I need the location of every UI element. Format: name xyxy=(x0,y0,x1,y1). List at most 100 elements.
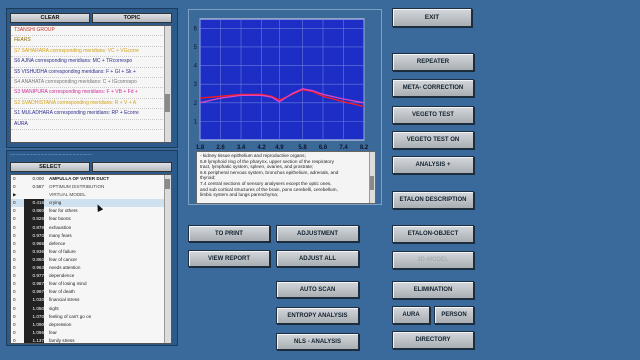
table-cell-c0: 0 xyxy=(13,200,16,206)
topic-list[interactable]: T3ANSHI GROUP FEARS S7 SAHARARA correspond… xyxy=(10,25,172,143)
table-cell-c2: fear boons xyxy=(49,216,71,222)
table-row[interactable]: 0 1.096 fear xyxy=(11,328,171,337)
elimination-button[interactable]: ELIMINATION xyxy=(392,281,474,299)
table-cell-c2: exhaustion xyxy=(49,224,72,230)
table-cell-c0: 0 xyxy=(13,265,16,271)
etalon-description-button[interactable]: ETALON DESCRIPTION xyxy=(392,191,474,209)
exit-button[interactable]: EXIT xyxy=(392,8,472,27)
vegeto-test-on-button[interactable]: VEGETO TEST ON xyxy=(392,131,474,149)
table-cell-c2: depression xyxy=(49,321,72,327)
table-row[interactable]: 0 1.090 depression xyxy=(11,320,171,329)
table-row[interactable]: 0 0.963 needs attention xyxy=(11,264,171,273)
table-cell-c0: 0 xyxy=(13,297,16,303)
table-cell-c2: OPTIMUM DISTRIBUTION xyxy=(49,184,105,190)
topic-list-item[interactable]: S1 MULADHARA corresponding meridians: RP… xyxy=(11,109,171,120)
directory-button[interactable]: DIRECTORY xyxy=(392,331,474,349)
topic-list-scrollbar[interactable] xyxy=(164,26,171,142)
topic-button[interactable]: TOPIC xyxy=(92,13,172,23)
table-cell-c0: 0 xyxy=(13,273,16,279)
topic-list-item[interactable]: AURA xyxy=(11,120,171,130)
table-row[interactable]: 0 0.416 crying xyxy=(11,199,171,208)
topic-list-item[interactable]: T3ANSHI GROUP xyxy=(11,26,171,37)
scroll-thumb[interactable] xyxy=(370,176,374,190)
mid-secondary-button[interactable] xyxy=(92,162,172,172)
table-row[interactable]: 0 0.997 fear of death xyxy=(11,288,171,297)
table-scrollbar[interactable] xyxy=(164,175,171,343)
table-cell-c1: 0.826 xyxy=(24,215,44,224)
table-cell-c0: 0 xyxy=(13,224,16,230)
table-row[interactable]: 0 0.970 many fears xyxy=(11,231,171,240)
y-tick-label: 2 xyxy=(194,101,198,107)
table-cell-c0: ▶ xyxy=(13,192,17,198)
table-cell-c1: 1.050 xyxy=(24,304,44,313)
table-cell-c2: fear of losing mind xyxy=(49,281,87,287)
table-cell-c1: 0.416 xyxy=(24,199,44,208)
table-row[interactable]: 0 0.878 exhaustion xyxy=(11,223,171,232)
to-print-button[interactable]: TO PRINT xyxy=(188,225,270,242)
description-lines: - kidney tissue epithelium and reproduct… xyxy=(200,153,365,198)
table-cell-c1: 1.030 xyxy=(24,296,44,305)
mid-header-text: ........................................… xyxy=(10,151,92,157)
aura-button[interactable]: AURA xyxy=(392,306,430,324)
model-button-disabled[interactable]: 3D-MODEL xyxy=(392,251,474,269)
y-tick-label: 4 xyxy=(194,64,198,70)
table-cell-c1: 0.987 xyxy=(24,280,44,289)
view-report-button[interactable]: VIEW REPORT xyxy=(188,250,270,267)
y-tick-label: 3 xyxy=(194,82,198,88)
description-scrollbar[interactable] xyxy=(369,152,375,203)
topic-list-item[interactable]: S7 SAHARARA corresponding meridians: VC … xyxy=(11,47,171,58)
repeater-button[interactable]: REPEATER xyxy=(392,53,474,71)
table-cell-c0: 0 xyxy=(13,281,16,287)
person-button[interactable]: PERSON xyxy=(434,306,474,324)
select-button[interactable]: SELECT xyxy=(10,162,90,172)
topic-list-item[interactable]: S2 SVADHISTANA corresponding meridians: … xyxy=(11,99,171,110)
table-row[interactable]: 0 0.987 fear of losing mind xyxy=(11,280,171,289)
topic-list-item[interactable]: S6 AJNA corresponding meridians: MC + TR… xyxy=(11,57,171,68)
vegeto-test-button[interactable]: VEGETO TEST xyxy=(392,106,474,124)
table-cell-c0: 0 xyxy=(13,208,16,214)
table-cell-c0: 0 xyxy=(13,248,16,254)
table-row[interactable]: 0 0.860 fear of cancer xyxy=(11,255,171,265)
topic-list-item[interactable]: FEARS xyxy=(11,36,171,47)
plot-area xyxy=(199,18,365,141)
adjust-all-button[interactable]: ADJUST ALL xyxy=(276,250,359,267)
table-row[interactable]: 0 0.936 fear of failure xyxy=(11,247,171,256)
table-row[interactable]: 0 0.000 AMPULLA OF VATER DUCT xyxy=(11,175,171,183)
table-cell-c1: 1.096 xyxy=(24,328,44,337)
description-line: limbic system and lungs parenchyma; xyxy=(200,192,279,198)
analysis-plus-button[interactable]: ANALYSIS + xyxy=(392,156,474,174)
table-cell-c2: crying xyxy=(49,200,62,206)
table-cell-c2: fear for others xyxy=(49,208,78,214)
topic-list-item[interactable]: S4 ANAHATA corresponding meridians: C + … xyxy=(11,78,171,89)
table-row[interactable]: 0 0.587 OPTIMUM DISTRIBUTION xyxy=(11,183,171,191)
table-row[interactable]: 0 1.030 financial stress xyxy=(11,296,171,305)
table-cell-c0: 0 xyxy=(13,329,16,335)
topic-list-item[interactable]: S3 MANIPURA corresponding meridians: F +… xyxy=(11,88,171,99)
adjustment-button[interactable]: ADJUSTMENT xyxy=(276,225,359,242)
table-cell-c2: needs attention xyxy=(49,265,81,271)
table-cell-c2: fear xyxy=(49,329,57,335)
table-row[interactable]: 0 0.826 fear boons xyxy=(11,215,171,224)
y-tick-label: 6 xyxy=(194,26,198,32)
analysis-table[interactable]: 0 0.000 AMPULLA OF VATER DUCT 0 0.587 OPTIMUM… xyxy=(10,174,172,344)
table-row[interactable]: 0 0.965 defence xyxy=(11,239,171,248)
scroll-thumb[interactable] xyxy=(165,94,170,112)
table-row[interactable]: 0 0.860 fear for others xyxy=(11,207,171,216)
table-cell-c2: fear of death xyxy=(49,289,75,295)
etalon-object-button[interactable]: ETALON-OBJECT xyxy=(392,225,474,243)
table-cell-c1: 1.137 xyxy=(24,336,44,343)
table-row[interactable]: 0 1.137 family stress xyxy=(11,336,171,343)
table-row[interactable]: 0 1.050 sight xyxy=(11,304,171,313)
meta-correction-button[interactable]: META- CORRECTION xyxy=(392,79,474,97)
table-cell-c2: financial stress xyxy=(49,297,80,303)
topic-list-item[interactable]: S5 VISHUDHA corresponding meridians: F +… xyxy=(11,68,171,78)
entropy-analysis-button[interactable]: ENTROPY ANALYSIS xyxy=(276,307,359,324)
auto-scan-button[interactable]: AUTO SCAN xyxy=(276,281,359,298)
table-row[interactable]: 0 1.070 feeling of can't go on xyxy=(11,312,171,321)
table-row[interactable]: ▶ VIRTUAL MODEL xyxy=(11,191,171,199)
clear-button[interactable]: CLEAR xyxy=(10,13,90,23)
scroll-thumb[interactable] xyxy=(165,179,170,189)
nls-analysis-button[interactable]: NLS - ANALYSIS xyxy=(276,333,359,350)
table-row[interactable]: 0 0.977 dependence xyxy=(11,272,171,281)
table-cell-c1: 0.965 xyxy=(24,239,44,248)
